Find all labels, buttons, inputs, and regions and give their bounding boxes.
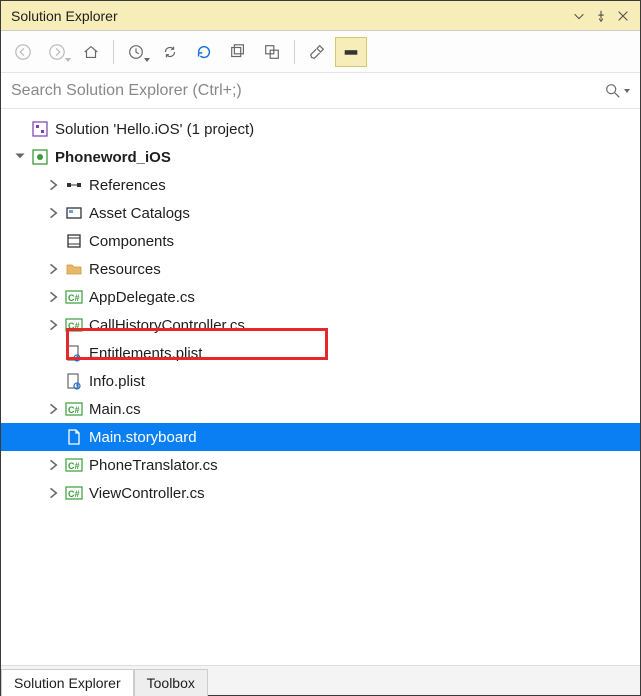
svg-text:C#: C# — [68, 293, 80, 303]
show-all-button[interactable] — [256, 37, 288, 67]
tree-item-phonetranslator[interactable]: C# PhoneTranslator.cs — [1, 451, 640, 479]
history-button[interactable] — [120, 37, 152, 67]
window-menu-icon[interactable] — [568, 5, 590, 27]
folder-icon — [65, 260, 83, 278]
titlebar: Solution Explorer — [1, 1, 640, 31]
forward-button — [41, 37, 73, 67]
expander-icon[interactable] — [47, 290, 61, 304]
tree-item-callhistory[interactable]: C# CallHistoryController.cs — [1, 311, 640, 339]
solution-label: Solution 'Hello.iOS' (1 project) — [55, 121, 254, 138]
search-icon[interactable] — [604, 82, 622, 100]
tree-item-label: PhoneTranslator.cs — [89, 457, 218, 474]
properties-button[interactable] — [301, 37, 333, 67]
tree-item-label: References — [89, 177, 166, 194]
tree-item-label: Main.storyboard — [89, 429, 197, 446]
tree-item-components[interactable]: Components — [1, 227, 640, 255]
tree-item-label: Components — [89, 233, 174, 250]
solution-tree: Solution 'Hello.iOS' (1 project) Phonewo… — [1, 109, 640, 665]
tree-item-entitlements[interactable]: Entitlements.plist — [1, 339, 640, 367]
tree-item-label: Entitlements.plist — [89, 345, 202, 362]
refresh-button[interactable] — [188, 37, 220, 67]
tree-item-label: CallHistoryController.cs — [89, 317, 245, 334]
expander-icon[interactable] — [47, 206, 61, 220]
file-icon — [65, 428, 83, 446]
expander-icon[interactable] — [47, 262, 61, 276]
project-icon — [31, 148, 49, 166]
preview-button[interactable] — [335, 37, 367, 67]
tab-solution-explorer[interactable]: Solution Explorer — [1, 669, 134, 696]
svg-text:C#: C# — [68, 461, 80, 471]
tree-item-references[interactable]: References — [1, 171, 640, 199]
tree-item-label: Info.plist — [89, 373, 145, 390]
svg-text:C#: C# — [68, 405, 80, 415]
components-icon — [65, 232, 83, 250]
csharp-icon: C# — [65, 400, 83, 418]
search-dropdown-icon[interactable] — [624, 89, 630, 93]
search-bar — [1, 73, 640, 109]
tree-item-label: Asset Catalogs — [89, 205, 190, 222]
plist-icon — [65, 372, 83, 390]
tree-item-main[interactable]: C# Main.cs — [1, 395, 640, 423]
pin-icon[interactable] — [590, 5, 612, 27]
close-icon[interactable] — [612, 5, 634, 27]
csharp-icon: C# — [65, 288, 83, 306]
bottom-tabs: Solution Explorer Toolbox — [1, 665, 640, 695]
expander-icon[interactable] — [47, 318, 61, 332]
sync-button[interactable] — [154, 37, 186, 67]
project-label: Phoneword_iOS — [55, 149, 171, 166]
home-button[interactable] — [75, 37, 107, 67]
references-icon — [65, 176, 83, 194]
toolbar — [1, 31, 640, 73]
expander-icon[interactable] — [47, 178, 61, 192]
expander-icon[interactable] — [47, 458, 61, 472]
plist-icon — [65, 344, 83, 362]
solution-icon — [31, 120, 49, 138]
separator — [294, 40, 295, 64]
separator — [113, 40, 114, 64]
svg-text:C#: C# — [68, 489, 80, 499]
tree-item-viewcontroller[interactable]: C# ViewController.cs — [1, 479, 640, 507]
tree-item-main-storyboard[interactable]: Main.storyboard — [1, 423, 640, 451]
expander-icon[interactable] — [47, 486, 61, 500]
csharp-icon: C# — [65, 456, 83, 474]
tree-item-appdelegate[interactable]: C# AppDelegate.cs — [1, 283, 640, 311]
tree-item-label: Resources — [89, 261, 161, 278]
expander-icon[interactable] — [13, 150, 27, 164]
csharp-icon: C# — [65, 484, 83, 502]
back-button — [7, 37, 39, 67]
tree-item-info[interactable]: Info.plist — [1, 367, 640, 395]
tree-item-asset-catalogs[interactable]: Asset Catalogs — [1, 199, 640, 227]
tree-item-label: Main.cs — [89, 401, 141, 418]
tree-item-label: ViewController.cs — [89, 485, 205, 502]
solution-node[interactable]: Solution 'Hello.iOS' (1 project) — [1, 115, 640, 143]
svg-text:C#: C# — [68, 321, 80, 331]
panel-title: Solution Explorer — [11, 8, 568, 24]
tree-item-resources[interactable]: Resources — [1, 255, 640, 283]
collapse-all-button[interactable] — [222, 37, 254, 67]
csharp-icon: C# — [65, 316, 83, 334]
tab-toolbox[interactable]: Toolbox — [134, 669, 208, 696]
search-input[interactable] — [11, 82, 604, 100]
catalog-icon — [65, 204, 83, 222]
expander-icon[interactable] — [47, 402, 61, 416]
project-node[interactable]: Phoneword_iOS — [1, 143, 640, 171]
tree-item-label: AppDelegate.cs — [89, 289, 195, 306]
